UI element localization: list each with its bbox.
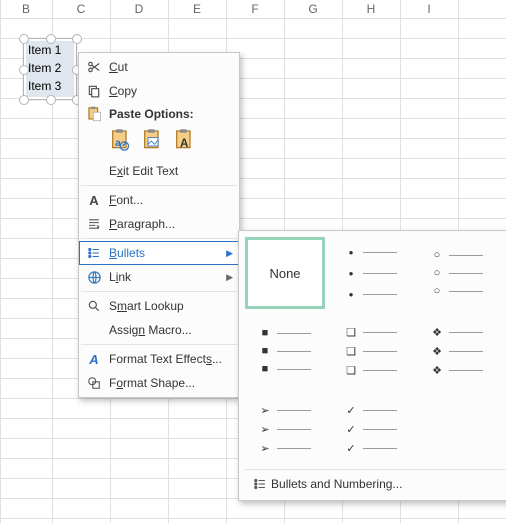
bullet-option-filled-square[interactable]: ■ ■ ■ (245, 315, 325, 387)
resize-handle[interactable] (46, 95, 56, 105)
bullet-option-hollow-round[interactable]: ○ ○ ○ (417, 237, 497, 309)
column-header[interactable]: C (52, 0, 110, 19)
resize-handle[interactable] (19, 34, 29, 44)
search-icon (83, 296, 105, 316)
menu-separator (81, 238, 237, 239)
bullets-icon (83, 243, 105, 263)
bullet-option-checkmark[interactable]: ✓ ✓ ✓ (331, 393, 411, 465)
menu-label: Copy (105, 84, 233, 98)
menu-item-smart-lookup[interactable]: Smart Lookup (79, 294, 239, 318)
bullet-option-star[interactable]: ❖ ❖ ❖ (417, 315, 497, 387)
bullet-option-filled-round[interactable]: • • • (331, 237, 411, 309)
resize-handle[interactable] (46, 34, 56, 44)
menu-label: Cut (105, 60, 233, 74)
menu-label: Assign Macro... (105, 323, 233, 337)
menu-item-link[interactable]: Link ▶ (79, 265, 239, 289)
list-item: Item 3 (28, 77, 72, 95)
menu-item-assign-macro[interactable]: Assign Macro... (79, 318, 239, 342)
bullet-option-arrow[interactable]: ➢ ➢ ➢ (245, 393, 325, 465)
format-shape-icon (83, 373, 105, 393)
column-header[interactable]: H (342, 0, 400, 19)
menu-label: Font... (105, 193, 233, 207)
menu-label: Paste Options: (105, 107, 233, 121)
resize-handle[interactable] (19, 95, 29, 105)
menu-label: Format Text Effects... (105, 352, 233, 366)
menu-separator (81, 185, 237, 186)
bullets-icon (249, 477, 271, 491)
text-effects-icon: A (83, 349, 105, 369)
paste-options-row: a A (79, 125, 239, 159)
menu-label: Bullets (105, 246, 223, 260)
menu-item-copy[interactable]: Copy (79, 79, 239, 103)
menu-item-format-shape[interactable]: Format Shape... (79, 371, 239, 395)
menu-header-paste-options: Paste Options: (79, 103, 239, 125)
bullet-option-hollow-square[interactable]: ❏ ❏ ❏ (331, 315, 411, 387)
bullet-option-none[interactable]: None (245, 237, 325, 309)
bullets-submenu: None • • • ○ ○ ○ ■ ■ ■ ❏ ❏ ❏ ❖ ❖ ❖ ➢ ➢ (238, 230, 506, 501)
menu-label: Exit Edit Text (105, 164, 233, 178)
chevron-right-icon: ▶ (223, 272, 233, 283)
menu-label: Bullets and Numbering... (271, 477, 402, 491)
menu-item-paragraph[interactable]: Paragraph... (79, 212, 239, 236)
column-header[interactable]: E (168, 0, 226, 19)
column-header[interactable]: F (226, 0, 284, 19)
menu-separator (81, 291, 237, 292)
menu-item-cut[interactable]: Cut (79, 55, 239, 79)
font-icon: A (83, 190, 105, 210)
menu-label: Paragraph... (105, 217, 233, 231)
copy-icon (83, 81, 105, 101)
paste-option-text-only[interactable]: A (173, 128, 197, 154)
menu-item-bullets[interactable]: Bullets ▶ (79, 241, 239, 265)
menu-label: Smart Lookup (105, 299, 233, 313)
chevron-right-icon: ▶ (223, 248, 233, 259)
menu-item-format-text-effects[interactable]: A Format Text Effects... (79, 347, 239, 371)
column-header[interactable]: G (284, 0, 342, 19)
menu-item-font[interactable]: A Font... (79, 188, 239, 212)
none-label: None (269, 266, 300, 281)
resize-handle[interactable] (72, 34, 82, 44)
shape-textbox[interactable]: Item 1 Item 2 Item 3 (23, 38, 77, 100)
column-header[interactable]: I (400, 0, 458, 19)
menu-label: Format Shape... (105, 376, 233, 390)
clipboard-icon (83, 104, 105, 124)
paragraph-icon (83, 214, 105, 234)
context-menu: Cut Copy Paste Options: a A Exit Edit Te… (78, 52, 240, 398)
menu-separator (81, 344, 237, 345)
paste-option-picture[interactable] (141, 128, 165, 154)
menu-label: Link (105, 270, 223, 284)
menu-item-bullets-and-numbering[interactable]: Bullets and Numbering... (245, 469, 506, 498)
paste-option-keep-source[interactable]: a (109, 128, 133, 154)
column-header[interactable]: D (110, 0, 168, 19)
resize-handle[interactable] (19, 65, 29, 75)
column-header[interactable]: B (0, 0, 52, 19)
list-item: Item 2 (28, 59, 72, 77)
svg-text:A: A (180, 137, 189, 150)
scissors-icon (83, 57, 105, 77)
menu-item-exit-edit-text[interactable]: Exit Edit Text (79, 159, 239, 183)
link-icon (83, 267, 105, 287)
